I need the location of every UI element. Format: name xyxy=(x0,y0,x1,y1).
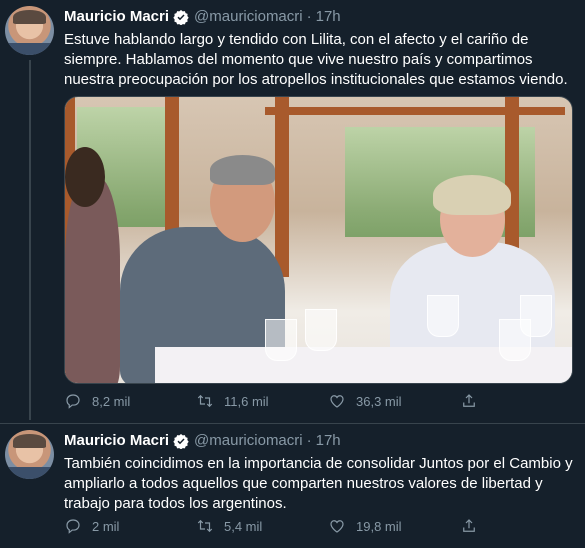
tweet-text: También coincidimos en la importancia de… xyxy=(64,455,573,512)
tweet[interactable]: Mauricio Macri @mauriciomacri · 17h Tamb… xyxy=(0,424,585,548)
avatar[interactable] xyxy=(5,430,54,479)
retweet-icon xyxy=(197,519,213,533)
retweet-count: 5,4 mil xyxy=(224,518,263,534)
reply-button[interactable]: 8,2 mil xyxy=(64,392,196,410)
retweet-icon xyxy=(197,394,213,408)
like-icon xyxy=(330,395,344,408)
reply-button[interactable]: 2 mil xyxy=(64,517,196,535)
share-button[interactable] xyxy=(460,517,500,535)
retweet-count: 11,6 mil xyxy=(224,393,269,409)
retweet-button[interactable]: 11,6 mil xyxy=(196,392,328,410)
tweet-header: Mauricio Macri @mauriciomacri · 17h xyxy=(64,432,341,449)
like-button[interactable]: 19,8 mil xyxy=(328,517,460,535)
reply-icon xyxy=(66,519,80,534)
share-icon xyxy=(463,519,475,532)
like-button[interactable]: 36,3 mil xyxy=(328,392,460,410)
tweet-text: Estuve hablando largo y tendido con Lili… xyxy=(64,31,568,88)
timestamp[interactable]: 17h xyxy=(316,8,341,25)
retweet-button[interactable]: 5,4 mil xyxy=(196,517,328,535)
author-handle[interactable]: @mauriciomacri xyxy=(194,8,303,25)
verified-icon xyxy=(173,433,189,449)
author-name[interactable]: Mauricio Macri xyxy=(64,432,169,449)
reply-icon xyxy=(66,394,80,409)
author-handle[interactable]: @mauriciomacri xyxy=(194,432,303,449)
like-icon xyxy=(330,520,344,533)
separator-dot: · xyxy=(306,432,312,449)
timestamp[interactable]: 17h xyxy=(316,432,341,449)
share-button[interactable] xyxy=(460,392,500,410)
action-bar: 8,2 mil 11,6 mil 36,3 mil xyxy=(64,392,500,410)
action-bar: 2 mil 5,4 mil 19,8 mil xyxy=(64,517,500,535)
author-name[interactable]: Mauricio Macri xyxy=(64,8,169,25)
like-count: 19,8 mil xyxy=(356,518,402,534)
reply-count: 8,2 mil xyxy=(92,393,131,409)
tweet-header: Mauricio Macri @mauriciomacri · 17h xyxy=(64,8,341,25)
avatar[interactable] xyxy=(5,6,54,55)
separator-dot: · xyxy=(306,8,312,25)
like-count: 36,3 mil xyxy=(356,393,402,409)
tweet[interactable]: Mauricio Macri @mauriciomacri · 17h Estu… xyxy=(0,0,585,424)
share-icon xyxy=(463,394,475,407)
reply-count: 2 mil xyxy=(92,518,120,534)
thread-line xyxy=(29,60,31,420)
tweet-photo[interactable] xyxy=(64,96,573,384)
verified-icon xyxy=(173,9,189,25)
